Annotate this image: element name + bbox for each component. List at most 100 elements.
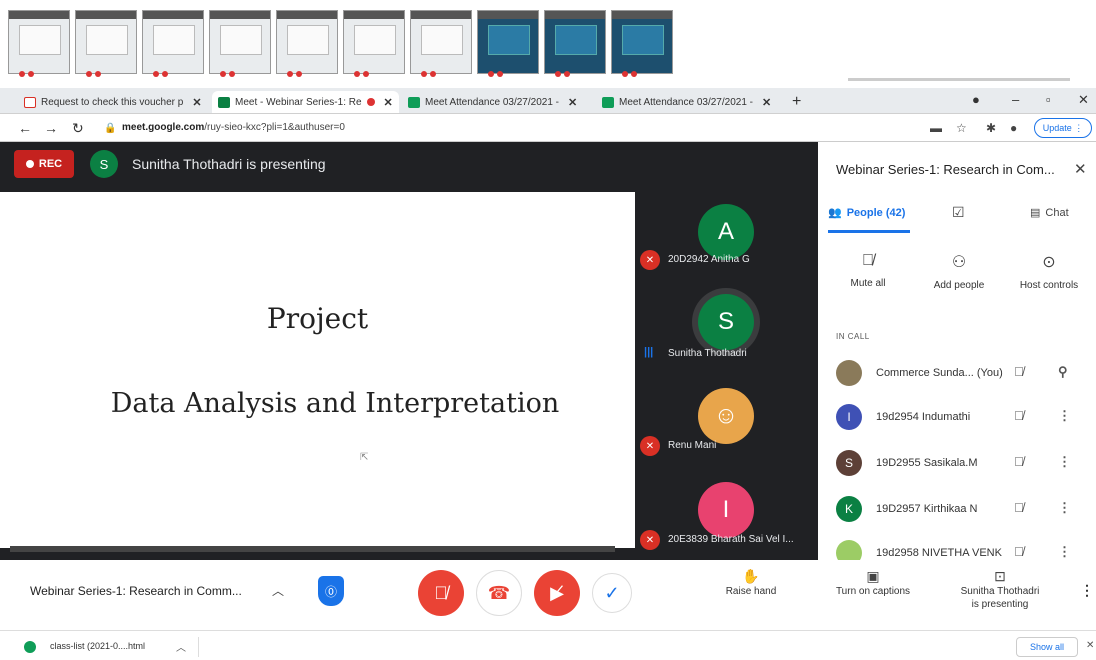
camera-toggle-button[interactable]: ▶̸ bbox=[534, 570, 580, 616]
close-icon[interactable]: ✕ bbox=[192, 96, 201, 109]
mute-all-button[interactable]: 🎙̸ Mute all bbox=[823, 252, 913, 289]
divider bbox=[198, 637, 199, 657]
tab-meet[interactable]: Meet - Webinar Series-1: Re ✕ bbox=[212, 91, 399, 113]
url-field[interactable]: meet.google.com/ruy-sieo-kxc?pli=1&authu… bbox=[122, 122, 345, 133]
back-icon[interactable]: ← bbox=[18, 120, 32, 136]
slide-thumbnail[interactable] bbox=[343, 10, 405, 77]
more-options-icon[interactable]: ⋮ bbox=[1058, 408, 1071, 424]
more-options-icon[interactable]: ⋮ bbox=[1058, 500, 1071, 516]
slide-thumbnail[interactable] bbox=[75, 10, 137, 77]
window-close-icon[interactable]: ✕ bbox=[1078, 92, 1089, 108]
minimize-icon[interactable]: – bbox=[1012, 92, 1019, 107]
slide-thumbnail[interactable] bbox=[544, 10, 606, 77]
ok-button[interactable]: ✓ bbox=[592, 573, 632, 613]
record-icon bbox=[25, 160, 34, 168]
show-all-button[interactable]: Show all bbox=[1016, 637, 1078, 657]
thumbnail-content bbox=[220, 25, 262, 55]
participant-tile[interactable]: A ✕ 20D2942 Anitha G bbox=[638, 194, 816, 288]
raise-hand-button[interactable]: ✋ Raise hand bbox=[716, 568, 786, 598]
close-icon[interactable]: ✕ bbox=[1074, 160, 1087, 178]
host-controls-button[interactable]: ⊙ Host controls bbox=[1004, 252, 1094, 291]
close-icon[interactable]: ✕ bbox=[762, 96, 771, 109]
host-controls-label: Host controls bbox=[1019, 280, 1079, 291]
more-options-icon[interactable]: ⋮ bbox=[1058, 544, 1071, 560]
more-options-icon[interactable]: ⋮ bbox=[1058, 454, 1071, 470]
list-item[interactable]: 19d2958 NIVETHA VENK 🎙̸ ⋮ bbox=[836, 540, 1086, 560]
hand-icon: ✋ bbox=[742, 568, 760, 584]
participant-name: Renu Mani bbox=[668, 440, 717, 451]
tab-people[interactable]: 👥 People (42) bbox=[828, 206, 905, 220]
mic-off-icon: 🎙̸ bbox=[1014, 454, 1024, 469]
leave-call-button[interactable]: ☎ bbox=[476, 570, 522, 616]
profile-icon[interactable]: ● bbox=[972, 92, 980, 107]
maximize-icon[interactable]: ▫ bbox=[1046, 92, 1051, 107]
chevron-up-icon[interactable]: ︿ bbox=[176, 639, 186, 654]
tab-attendance-2[interactable]: Meet Attendance 03/27/2021 - ✕ bbox=[596, 91, 777, 113]
more-options-icon[interactable]: ⋮ bbox=[1080, 582, 1094, 599]
address-bar: ← → ↻ 🔒 meet.google.com/ruy-sieo-kxc?pli… bbox=[0, 114, 1096, 142]
list-item[interactable]: S 19D2955 Sasikala.M 🎙̸ ⋮ bbox=[836, 450, 1086, 478]
recording-dot-icon bbox=[366, 98, 375, 106]
mouse-cursor-icon: ⇱ bbox=[360, 452, 369, 463]
thumbnail-titlebar bbox=[478, 11, 538, 19]
participant-tile[interactable]: S ||| Sunitha Thothadri bbox=[638, 288, 816, 382]
participant-tile[interactable]: ☺ ✕ Renu Mani bbox=[638, 382, 816, 476]
panel-title: Webinar Series-1: Research in Com... bbox=[836, 162, 1055, 177]
thumbnail-strip-scrollbar[interactable] bbox=[848, 78, 1070, 81]
new-tab-button[interactable]: + bbox=[786, 91, 807, 113]
file-icon bbox=[24, 641, 36, 653]
slide-thumbnail[interactable] bbox=[611, 10, 673, 77]
avatar bbox=[836, 540, 862, 560]
shield-icon[interactable]: ⓪ bbox=[318, 576, 344, 606]
add-people-button[interactable]: ⚇ Add people bbox=[914, 252, 1004, 291]
active-tab-indicator bbox=[828, 230, 910, 233]
chevron-up-icon[interactable]: ︿ bbox=[272, 582, 284, 599]
list-item[interactable]: K 19D2957 Kirthikaa N 🎙̸ ⋮ bbox=[836, 496, 1086, 524]
tab-gmail[interactable]: Request to check this voucher p ✕ bbox=[18, 91, 208, 113]
slide-thumbnail[interactable] bbox=[142, 10, 204, 77]
tab-activities[interactable]: ☑ bbox=[952, 204, 965, 221]
captions-button[interactable]: ▣ Turn on captions bbox=[826, 568, 920, 598]
forward-icon[interactable]: → bbox=[44, 120, 58, 136]
reload-icon[interactable]: ↻ bbox=[72, 120, 84, 137]
present-now-button[interactable]: ⊡ Sunitha Thothadri is presenting bbox=[950, 569, 1050, 611]
list-item[interactable]: Commerce Sunda... (You) 🎙̸ ⚲ bbox=[836, 360, 1086, 388]
speaking-indicator-icon: ||| bbox=[644, 346, 654, 358]
list-item[interactable]: I 19d2954 Indumathi 🎙̸ ⋮ bbox=[836, 404, 1086, 432]
close-icon[interactable]: ✕ bbox=[384, 96, 393, 109]
thumbnail-controls bbox=[287, 64, 313, 77]
thumbnail-content bbox=[19, 25, 61, 55]
slide-title: Project bbox=[266, 302, 369, 335]
thumbnail-content bbox=[153, 25, 195, 55]
thumbnail-controls bbox=[421, 64, 447, 77]
mute-all-label: Mute all bbox=[850, 278, 886, 289]
pin-icon[interactable]: ⚲ bbox=[1058, 364, 1068, 380]
download-item[interactable]: class-list (2021-0....html bbox=[50, 641, 145, 651]
presentation-slide: Project Data Analysis and Interpretation… bbox=[0, 192, 635, 548]
mic-off-icon: ✕ bbox=[640, 436, 660, 456]
slide-thumbnail[interactable] bbox=[8, 10, 70, 77]
update-button[interactable]: Update ⋮ bbox=[1034, 118, 1092, 138]
close-icon[interactable]: ✕ bbox=[1086, 640, 1094, 651]
person-name: 19d2958 NIVETHA VENK bbox=[876, 547, 1002, 559]
page: Request to check this voucher p ✕ Meet -… bbox=[0, 0, 1096, 660]
tab-label: Request to check this voucher p bbox=[41, 96, 184, 108]
toggle-icon: ⊙ bbox=[1042, 254, 1056, 271]
captions-icon: ▣ bbox=[866, 568, 880, 584]
extensions-icon[interactable]: ✱ bbox=[986, 121, 996, 135]
bookmark-star-icon[interactable]: ☆ bbox=[956, 121, 967, 135]
close-icon[interactable]: ✕ bbox=[568, 96, 577, 109]
slide-thumbnail[interactable] bbox=[410, 10, 472, 77]
participant-tile[interactable]: I ✕ 20E3839 Bharath Sai Vel I... bbox=[638, 476, 816, 570]
slide-thumbnail[interactable] bbox=[477, 10, 539, 77]
tab-attendance-1[interactable]: Meet Attendance 03/27/2021 - ✕ bbox=[402, 91, 583, 113]
avatar[interactable]: ● bbox=[1010, 121, 1017, 135]
browser-tab-bar: Request to check this voucher p ✕ Meet -… bbox=[0, 88, 1096, 114]
thumbnail-strip bbox=[0, 0, 1096, 82]
microphone-toggle-button[interactable]: 🎙̸ bbox=[418, 570, 464, 616]
meeting-details-title[interactable]: Webinar Series-1: Research in Comm... bbox=[30, 584, 242, 598]
slide-thumbnail[interactable] bbox=[276, 10, 338, 77]
slide-thumbnail[interactable] bbox=[209, 10, 271, 77]
tab-chat[interactable]: ▤ Chat bbox=[1030, 206, 1069, 220]
camera-icon[interactable]: ▬ bbox=[930, 121, 942, 135]
